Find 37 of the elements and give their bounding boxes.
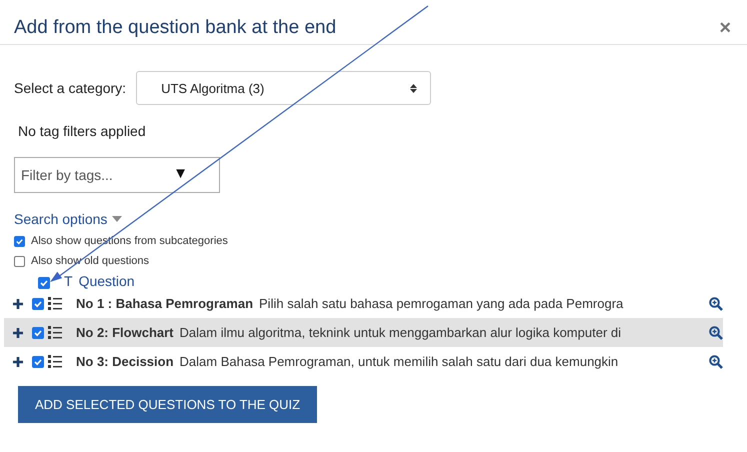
plus-icon[interactable]: [12, 326, 24, 338]
list-icon: [48, 297, 62, 310]
close-button[interactable]: ×: [715, 16, 735, 40]
question-text: Dalam ilmu algoritma, teknink untuk menggambarkan alur logika komputer di: [180, 325, 622, 340]
category-select[interactable]: UTS Algoritma (3): [136, 71, 432, 105]
row-checkbox[interactable]: [32, 298, 44, 310]
preview-zoom-icon[interactable]: [709, 354, 723, 368]
question-text: Pilih salah satu bahasa pemrogaman yang ada pada Pemrogra: [259, 296, 624, 311]
question-name: No 2: Flowchart: [76, 325, 174, 340]
checkbox[interactable]: [14, 256, 25, 266]
list-icon: [48, 326, 62, 339]
updown-icon: [410, 84, 418, 92]
search-options-link[interactable]: Search options: [14, 211, 122, 227]
dropdown-caret: ▼: [173, 165, 188, 182]
type-column-header[interactable]: T: [64, 273, 73, 289]
question-column-header[interactable]: Question: [78, 273, 135, 289]
list-icon: [48, 355, 62, 368]
preview-zoom-icon[interactable]: [709, 296, 723, 310]
tag-status-text: No tag filters applied: [18, 123, 146, 139]
question-name: No 3: Decission: [76, 354, 174, 369]
question-name: No 1 : Bahasa Pemrograman: [76, 296, 254, 311]
question-row[interactable]: No 2: Flowchart Dalam ilmu algoritma, teknink untuk menggambarkan alur logika komputer di: [4, 318, 723, 347]
plus-icon[interactable]: [12, 298, 24, 310]
option-label: Also show old questions: [31, 255, 150, 267]
row-checkbox[interactable]: [32, 356, 44, 368]
category-label: Select a category:: [14, 80, 126, 96]
question-row[interactable]: No 3: Decission Dalam Bahasa Pemrograman, untuk memilih salah satu dari dua kemungkin: [4, 347, 723, 376]
add-selected-button[interactable]: ADD SELECTED QUESTIONS TO THE QUIZ: [18, 386, 318, 423]
dialog-title: Add from the question bank at the end: [14, 17, 336, 39]
caret-icon: [112, 216, 122, 222]
plus-icon[interactable]: [12, 356, 24, 368]
question-row[interactable]: No 1 : Bahasa Pemrograman Pilih salah satu bahasa pemrogaman yang ada pada Pemrogra: [4, 289, 723, 318]
preview-zoom-icon[interactable]: [709, 326, 723, 340]
row-checkbox[interactable]: [32, 326, 44, 338]
question-text: Dalam Bahasa Pemrograman, untuk memilih salah satu dari dua kemungkin: [180, 354, 620, 369]
select-all-checkbox[interactable]: [38, 277, 50, 289]
checkbox[interactable]: [14, 236, 25, 246]
